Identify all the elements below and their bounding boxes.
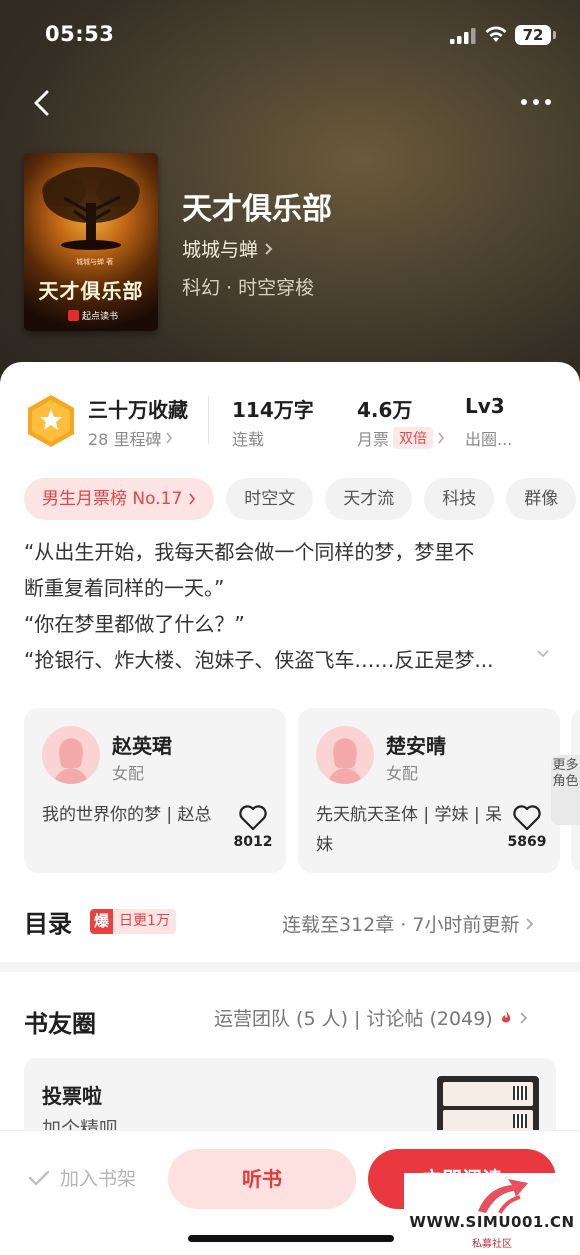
chevron-right-icon — [520, 1011, 527, 1024]
character-name: 楚安晴 — [386, 734, 446, 758]
back-arrow-icon[interactable] — [28, 88, 58, 118]
book-cover[interactable]: 城城与蝉 著 天才俱乐部 起点读书 — [24, 153, 158, 331]
book-club-title: 书友圈 — [24, 1010, 96, 1038]
daily-update-text: 日更1万 — [113, 909, 176, 934]
tag-item[interactable]: 天才流 — [325, 478, 413, 520]
book-author-link[interactable]: 城城与蝉 — [182, 235, 274, 262]
add-to-shelf-button[interactable]: 加入书架 — [28, 1164, 136, 1191]
home-indicator — [188, 1235, 394, 1242]
tag-item[interactable]: 科技 — [424, 478, 495, 520]
avatar-silhouette-icon — [328, 738, 362, 784]
book-club-info-link[interactable]: 运营团队 (5 人) | 讨论帖 (2049) — [214, 1004, 528, 1031]
character-role: 女配 — [112, 764, 145, 783]
like-count: 5869 — [507, 834, 547, 850]
wifi-icon — [485, 26, 507, 42]
flame-icon — [501, 1010, 510, 1022]
hot-icon: 爆 — [90, 909, 113, 934]
status-time: 05:53 — [45, 22, 115, 46]
tree-illustration — [42, 167, 140, 250]
more-options-icon[interactable] — [518, 94, 554, 110]
chevron-right-icon — [438, 432, 445, 444]
cover-title: 天才俱乐部 — [38, 279, 144, 303]
favorites-count: 三十万收藏 — [88, 398, 188, 422]
chevron-down-icon[interactable] — [530, 644, 556, 664]
status-bar: 05:53 72 — [0, 0, 580, 70]
catalog-info-text: 连载至312章 · 7小时前更新 — [282, 914, 520, 936]
synopsis-line: “从出生开始，我每天都会做一个同样的梦，梦里不 — [24, 540, 475, 564]
chevron-right-icon — [166, 432, 173, 444]
section-divider — [0, 962, 580, 972]
avatar-silhouette-icon — [54, 738, 88, 784]
publisher-logo-icon — [68, 310, 79, 321]
character-avatar — [316, 726, 374, 784]
book-level: Lv3 — [465, 394, 505, 418]
tag-item[interactable]: 群像 — [506, 478, 577, 520]
chevron-right-icon — [265, 242, 273, 255]
cover-publisher: 起点读书 — [68, 309, 118, 322]
milestone-link[interactable]: 28 里程碑 — [88, 426, 173, 450]
catalog-info-link[interactable]: 连载至312章 · 7小时前更新 — [282, 910, 534, 937]
watermark-logo — [478, 1179, 528, 1214]
character-description: 我的世界你的梦 | 赵总 — [42, 805, 212, 825]
synopsis-line: “你在梦里都做了什么？” — [24, 612, 245, 636]
milestone-label: 28 里程碑 — [88, 430, 162, 449]
book-club-info-text: 运营团队 (5 人) | 讨论帖 (2049) — [214, 1008, 493, 1030]
tag-item[interactable]: 时空文 — [226, 478, 314, 520]
cover-publisher-name: 起点读书 — [82, 312, 119, 322]
catalog-title[interactable]: 目录 — [24, 904, 72, 939]
ticket-image — [443, 1082, 533, 1106]
serial-status: 连载 — [232, 430, 265, 449]
checkmark-icon — [28, 1170, 50, 1185]
heart-icon[interactable] — [238, 804, 268, 832]
daily-update-badge: 爆 日更1万 — [90, 909, 176, 934]
battery-tip — [553, 31, 556, 39]
double-badge: 双倍 — [393, 427, 434, 449]
character-role: 女配 — [386, 764, 419, 783]
character-card[interactable]: 赵英珺 女配 我的世界你的梦 | 赵总 8012 — [24, 708, 286, 873]
heart-icon[interactable] — [512, 804, 542, 832]
chevron-right-icon — [189, 493, 196, 505]
battery-icon: 72 — [515, 25, 551, 45]
level-label[interactable]: 出圈... — [465, 426, 512, 450]
watermark-site: WWW.SIMU001.CN — [409, 1213, 575, 1231]
cover-author: 城城与蝉 著 — [76, 258, 114, 266]
synopsis-line: “抢银行、炸大楼、泡妹子、侠盗飞车……反正是梦... — [24, 648, 494, 672]
chevron-right-icon — [526, 917, 534, 930]
vote-title: 投票啦 — [42, 1084, 102, 1108]
book-genre: 科幻 · 时空穿梭 — [182, 277, 315, 299]
stat-divider — [208, 396, 209, 444]
monthly-tickets-link[interactable]: 月票 双倍 — [357, 426, 445, 450]
more-roles-button[interactable]: 更多角色 — [551, 755, 580, 825]
rank-tag-label: 男生月票榜 No.17 — [42, 489, 183, 509]
monthly-tickets-count: 4.6万 — [357, 398, 413, 422]
character-avatar — [42, 726, 100, 784]
add-to-shelf-label: 加入书架 — [60, 1168, 137, 1190]
book-author-name: 城城与蝉 — [182, 239, 259, 261]
synopsis[interactable]: “从出生开始，我每天都会做一个同样的梦，梦里不 断重复着同样的一天。” “你在梦… — [24, 534, 558, 678]
favorite-star-badge-icon — [28, 395, 74, 447]
character-card[interactable]: 楚安晴 女配 先天航天圣体 | 学妹 | 呆妹 5869 — [298, 708, 560, 873]
character-description: 先天航天圣体 | 学妹 | 呆妹 — [316, 805, 503, 855]
listen-button[interactable]: 听书 — [168, 1149, 356, 1209]
watermark: WWW.SIMU001.CN 私募社区 — [404, 1173, 580, 1255]
character-name: 赵英珺 — [112, 734, 172, 758]
synopsis-line: 断重复着同样的一天。” — [24, 576, 225, 600]
cellular-signal-icon — [450, 28, 476, 44]
tag-list: 男生月票榜 No.17 时空文 天才流 科技 群像 — [24, 478, 580, 520]
book-title: 天才俱乐部 — [182, 192, 332, 227]
like-count: 8012 — [233, 834, 273, 850]
rank-tag[interactable]: 男生月票榜 No.17 — [24, 478, 215, 520]
monthly-tickets-label: 月票 — [357, 430, 390, 449]
watermark-name: 私募社区 — [472, 1239, 512, 1250]
word-count: 114万字 — [232, 398, 314, 422]
